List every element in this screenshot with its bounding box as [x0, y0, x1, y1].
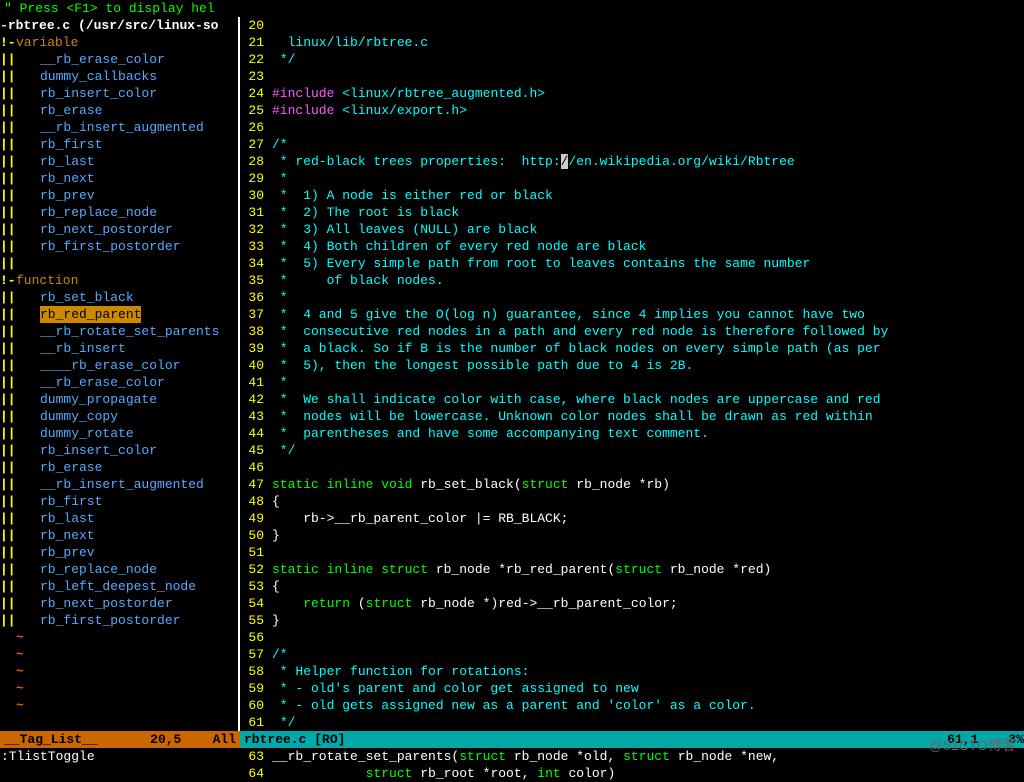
status-right: rbtree.c [RO] 61,1 3% — [240, 731, 1024, 748]
tag-item[interactable]: ||rb_prev — [0, 544, 238, 561]
code-line[interactable]: 31 * 2) The root is black — [240, 204, 1024, 221]
code-line[interactable]: 49 rb->__rb_parent_color |= RB_BLACK; — [240, 510, 1024, 527]
code-line[interactable]: 22 */ — [240, 51, 1024, 68]
code-line[interactable]: 63__rb_rotate_set_parents(struct rb_node… — [240, 748, 1024, 765]
code-line[interactable]: 39 * a black. So if B is the number of b… — [240, 340, 1024, 357]
tag-item[interactable]: ||rb_next — [0, 527, 238, 544]
code-line[interactable]: 61 */ — [240, 714, 1024, 731]
tag-item[interactable]: ||rb_red_parent — [0, 306, 238, 323]
code-line[interactable]: 56 — [240, 629, 1024, 646]
help-hint: " Press <F1> to display hel — [0, 0, 1024, 17]
code-line[interactable]: 57/* — [240, 646, 1024, 663]
code-line[interactable]: 38 * consecutive red nodes in a path and… — [240, 323, 1024, 340]
tag-item[interactable]: ||dummy_callbacks — [0, 68, 238, 85]
code-line[interactable]: 30 * 1) A node is either red or black — [240, 187, 1024, 204]
tag-item[interactable]: ||__rb_insert_augmented — [0, 476, 238, 493]
tag-item[interactable]: ||rb_prev — [0, 187, 238, 204]
code-line[interactable]: 34 * 5) Every simple path from root to l… — [240, 255, 1024, 272]
code-line[interactable]: 55} — [240, 612, 1024, 629]
code-line[interactable]: 42 * We shall indicate color with case, … — [240, 391, 1024, 408]
taglist-category-function[interactable]: !- function — [0, 272, 238, 289]
tag-item[interactable]: ||dummy_rotate — [0, 425, 238, 442]
code-line[interactable]: 50} — [240, 527, 1024, 544]
tag-item[interactable]: ||__rb_rotate_set_parents — [0, 323, 238, 340]
tag-item[interactable]: ||rb_last — [0, 153, 238, 170]
code-line[interactable]: 33 * 4) Both children of every red node … — [240, 238, 1024, 255]
tag-item[interactable]: ||rb_set_black — [0, 289, 238, 306]
tag-item[interactable]: ||rb_next — [0, 170, 238, 187]
editor-main: - rbtree.c (/usr/src/linux-so !- variabl… — [0, 17, 1024, 731]
code-line[interactable]: 44 * parentheses and have some accompany… — [240, 425, 1024, 442]
code-line[interactable]: 26 — [240, 119, 1024, 136]
tag-item[interactable]: ||__rb_erase_color — [0, 51, 238, 68]
tag-item[interactable]: ||__rb_insert_augmented — [0, 119, 238, 136]
code-line[interactable]: 43 * nodes will be lowercase. Unknown co… — [240, 408, 1024, 425]
tag-item[interactable]: ||rb_first_postorder — [0, 612, 238, 629]
tag-item[interactable]: ||rb_last — [0, 510, 238, 527]
code-line[interactable]: 46 — [240, 459, 1024, 476]
empty-line: ~ — [0, 646, 238, 663]
taglist-category-variable[interactable]: !- variable — [0, 34, 238, 51]
empty-line: ~ — [0, 663, 238, 680]
code-line[interactable]: 21 linux/lib/rbtree.c — [240, 34, 1024, 51]
status-left: __Tag_List__ 20,5 All — [0, 731, 240, 748]
empty-line: ~ — [0, 697, 238, 714]
tag-item[interactable]: ||rb_erase — [0, 102, 238, 119]
code-line[interactable]: 45 */ — [240, 442, 1024, 459]
code-line[interactable]: 58 * Helper function for rotations: — [240, 663, 1024, 680]
code-line[interactable]: 52static inline struct rb_node *rb_red_p… — [240, 561, 1024, 578]
code-line[interactable]: 35 * of black nodes. — [240, 272, 1024, 289]
code-line[interactable]: 54 return (struct rb_node *)red->__rb_pa… — [240, 595, 1024, 612]
tag-item[interactable]: ||dummy_copy — [0, 408, 238, 425]
code-line[interactable]: 25#include <linux/export.h> — [240, 102, 1024, 119]
code-line[interactable]: 32 * 3) All leaves (NULL) are black — [240, 221, 1024, 238]
tag-item[interactable]: ||rb_first — [0, 493, 238, 510]
code-line[interactable]: 24#include <linux/rbtree_augmented.h> — [240, 85, 1024, 102]
watermark: @51CTO博客 — [929, 737, 1016, 754]
tag-item[interactable]: ||rb_replace_node — [0, 561, 238, 578]
tag-item[interactable]: ||__rb_erase_color — [0, 374, 238, 391]
tag-item[interactable]: ||rb_left_deepest_node — [0, 578, 238, 595]
taglist-pane[interactable]: - rbtree.c (/usr/src/linux-so !- variabl… — [0, 17, 240, 731]
tag-item[interactable]: ||rb_first_postorder — [0, 238, 238, 255]
code-line[interactable]: 47static inline void rb_set_black(struct… — [240, 476, 1024, 493]
tag-item[interactable]: ||rb_first — [0, 136, 238, 153]
code-line[interactable]: 28 * red-black trees properties: http://… — [240, 153, 1024, 170]
code-line[interactable]: 36 * — [240, 289, 1024, 306]
empty-line: ~ — [0, 680, 238, 697]
code-line[interactable]: 29 * — [240, 170, 1024, 187]
tag-item[interactable]: ||__rb_insert — [0, 340, 238, 357]
code-line[interactable]: 40 * 5), then the longest possible path … — [240, 357, 1024, 374]
tag-item[interactable]: ||rb_next_postorder — [0, 595, 238, 612]
taglist-file[interactable]: - rbtree.c (/usr/src/linux-so — [0, 17, 238, 34]
tag-item[interactable]: ||____rb_erase_color — [0, 357, 238, 374]
tag-item[interactable]: ||rb_insert_color — [0, 85, 238, 102]
tag-item[interactable]: ||rb_next_postorder — [0, 221, 238, 238]
code-line[interactable]: 53{ — [240, 578, 1024, 595]
code-line[interactable]: 59 * - old's parent and color get assign… — [240, 680, 1024, 697]
code-line[interactable]: 20 — [240, 17, 1024, 34]
tag-item[interactable]: ||rb_erase — [0, 459, 238, 476]
code-line[interactable]: 23 — [240, 68, 1024, 85]
status-line: __Tag_List__ 20,5 All rbtree.c [RO] 61,1… — [0, 731, 1024, 748]
code-line[interactable]: 48{ — [240, 493, 1024, 510]
empty-line: ~ — [0, 629, 238, 646]
tag-item[interactable]: ||rb_replace_node — [0, 204, 238, 221]
tag-item[interactable]: ||rb_insert_color — [0, 442, 238, 459]
code-line[interactable]: 60 * - old gets assigned new as a parent… — [240, 697, 1024, 714]
code-line[interactable]: 37 * 4 and 5 give the O(log n) guarantee… — [240, 306, 1024, 323]
tag-item[interactable]: ||dummy_propagate — [0, 391, 238, 408]
code-pane[interactable]: 2021 linux/lib/rbtree.c22 */2324#include… — [240, 17, 1024, 731]
code-line[interactable]: 51 — [240, 544, 1024, 561]
code-line[interactable]: 27/* — [240, 136, 1024, 153]
code-line[interactable]: 41 * — [240, 374, 1024, 391]
